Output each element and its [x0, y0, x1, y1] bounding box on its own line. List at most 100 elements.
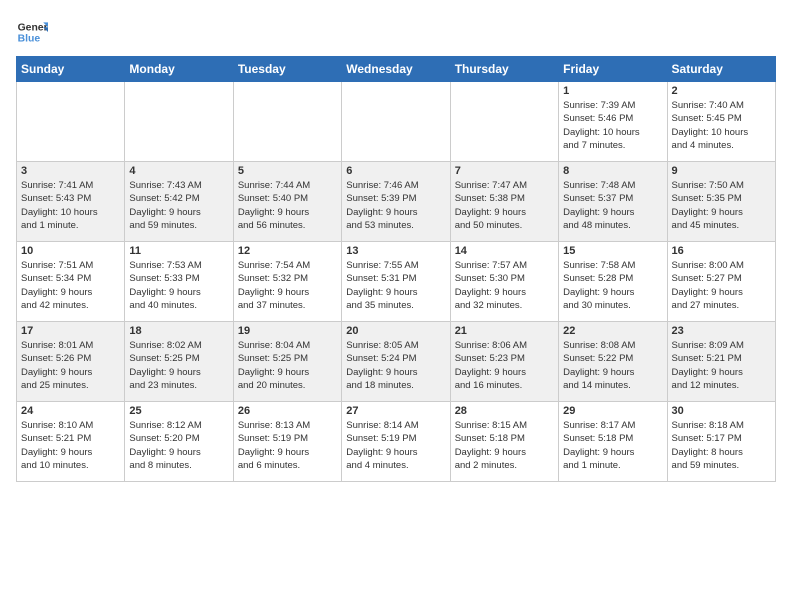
calendar-day: 24 Sunrise: 8:10 AM Sunset: 5:21 PM Dayli… — [17, 402, 125, 482]
day-number: 15 — [563, 245, 662, 257]
calendar-day: 12 Sunrise: 7:54 AM Sunset: 5:32 PM Dayli… — [233, 242, 341, 322]
day-info: Sunrise: 7:39 AM Sunset: 5:46 PM Dayligh… — [563, 99, 662, 152]
calendar-day: 4 Sunrise: 7:43 AM Sunset: 5:42 PM Daylig… — [125, 162, 233, 242]
calendar-day — [233, 82, 341, 162]
calendar-day — [342, 82, 450, 162]
calendar-day: 2Sunrise: 7:40 AM Sunset: 5:45 PM Daylig… — [667, 82, 775, 162]
day-number: 24 — [21, 405, 120, 417]
calendar-day: 5 Sunrise: 7:44 AM Sunset: 5:40 PM Daylig… — [233, 162, 341, 242]
calendar-day: 7 Sunrise: 7:47 AM Sunset: 5:38 PM Daylig… — [450, 162, 558, 242]
day-info: Sunrise: 8:09 AM Sunset: 5:21 PM Dayligh… — [672, 339, 771, 392]
day-number: 18 — [129, 325, 228, 337]
day-number: 21 — [455, 325, 554, 337]
calendar-day: 26Sunrise: 8:13 AM Sunset: 5:19 PM Dayli… — [233, 402, 341, 482]
day-info: Sunrise: 7:58 AM Sunset: 5:28 PM Dayligh… — [563, 259, 662, 312]
day-number: 4 — [129, 165, 228, 177]
calendar-table: SundayMondayTuesdayWednesdayThursdayFrid… — [16, 56, 776, 482]
day-info: Sunrise: 7:43 AM Sunset: 5:42 PM Dayligh… — [129, 179, 228, 232]
calendar-day: 17 Sunrise: 8:01 AM Sunset: 5:26 PM Dayli… — [17, 322, 125, 402]
calendar-day: 3Sunrise: 7:41 AM Sunset: 5:43 PM Daylig… — [17, 162, 125, 242]
day-number: 6 — [346, 165, 445, 177]
day-info: Sunrise: 7:44 AM Sunset: 5:40 PM Dayligh… — [238, 179, 337, 232]
calendar-day: 16Sunrise: 8:00 AM Sunset: 5:27 PM Dayli… — [667, 242, 775, 322]
svg-text:Blue: Blue — [18, 34, 41, 45]
day-info: Sunrise: 7:50 AM Sunset: 5:35 PM Dayligh… — [672, 179, 771, 232]
day-info: Sunrise: 7:51 AM Sunset: 5:34 PM Dayligh… — [21, 259, 120, 312]
day-info: Sunrise: 8:00 AM Sunset: 5:27 PM Dayligh… — [672, 259, 771, 312]
calendar-day — [17, 82, 125, 162]
day-number: 20 — [346, 325, 445, 337]
day-info: Sunrise: 8:08 AM Sunset: 5:22 PM Dayligh… — [563, 339, 662, 392]
calendar-week-4: 17 Sunrise: 8:01 AM Sunset: 5:26 PM Dayli… — [17, 322, 776, 402]
day-info: Sunrise: 8:06 AM Sunset: 5:23 PM Dayligh… — [455, 339, 554, 392]
day-info: Sunrise: 7:47 AM Sunset: 5:38 PM Dayligh… — [455, 179, 554, 232]
calendar-day: 15 Sunrise: 7:58 AM Sunset: 5:28 PM Dayli… — [559, 242, 667, 322]
calendar-day — [125, 82, 233, 162]
calendar-day: 20 Sunrise: 8:05 AM Sunset: 5:24 PM Dayli… — [342, 322, 450, 402]
day-info: Sunrise: 8:15 AM Sunset: 5:18 PM Dayligh… — [455, 419, 554, 472]
day-number: 25 — [129, 405, 228, 417]
day-number: 23 — [672, 325, 771, 337]
calendar-week-5: 24 Sunrise: 8:10 AM Sunset: 5:21 PM Dayli… — [17, 402, 776, 482]
calendar-header-row: SundayMondayTuesdayWednesdayThursdayFrid… — [17, 57, 776, 82]
day-info: Sunrise: 7:46 AM Sunset: 5:39 PM Dayligh… — [346, 179, 445, 232]
calendar-day: 6 Sunrise: 7:46 AM Sunset: 5:39 PM Daylig… — [342, 162, 450, 242]
calendar-day: 29Sunrise: 8:17 AM Sunset: 5:18 PM Dayli… — [559, 402, 667, 482]
day-number: 8 — [563, 165, 662, 177]
day-info: Sunrise: 8:10 AM Sunset: 5:21 PM Dayligh… — [21, 419, 120, 472]
calendar-day: 18 Sunrise: 8:02 AM Sunset: 5:25 PM Dayli… — [125, 322, 233, 402]
day-info: Sunrise: 7:53 AM Sunset: 5:33 PM Dayligh… — [129, 259, 228, 312]
col-header-wednesday: Wednesday — [342, 57, 450, 82]
day-number: 22 — [563, 325, 662, 337]
calendar-week-1: 1Sunrise: 7:39 AM Sunset: 5:46 PM Daylig… — [17, 82, 776, 162]
calendar-day: 9Sunrise: 7:50 AM Sunset: 5:35 PM Daylig… — [667, 162, 775, 242]
day-number: 5 — [238, 165, 337, 177]
svg-text:General: General — [18, 22, 48, 33]
day-number: 28 — [455, 405, 554, 417]
page-header: General Blue — [16, 16, 776, 48]
day-info: Sunrise: 8:04 AM Sunset: 5:25 PM Dayligh… — [238, 339, 337, 392]
day-number: 17 — [21, 325, 120, 337]
col-header-monday: Monday — [125, 57, 233, 82]
calendar-day: 27 Sunrise: 8:14 AM Sunset: 5:19 PM Dayli… — [342, 402, 450, 482]
calendar-day: 23 Sunrise: 8:09 AM Sunset: 5:21 PM Dayli… — [667, 322, 775, 402]
logo: General Blue — [16, 16, 48, 48]
calendar-day: 21 Sunrise: 8:06 AM Sunset: 5:23 PM Dayli… — [450, 322, 558, 402]
calendar-day — [450, 82, 558, 162]
day-info: Sunrise: 8:14 AM Sunset: 5:19 PM Dayligh… — [346, 419, 445, 472]
col-header-tuesday: Tuesday — [233, 57, 341, 82]
day-info: Sunrise: 7:40 AM Sunset: 5:45 PM Dayligh… — [672, 99, 771, 152]
day-number: 13 — [346, 245, 445, 257]
calendar-day: 14 Sunrise: 7:57 AM Sunset: 5:30 PM Dayli… — [450, 242, 558, 322]
day-number: 27 — [346, 405, 445, 417]
day-info: Sunrise: 8:05 AM Sunset: 5:24 PM Dayligh… — [346, 339, 445, 392]
calendar-week-2: 3Sunrise: 7:41 AM Sunset: 5:43 PM Daylig… — [17, 162, 776, 242]
day-number: 10 — [21, 245, 120, 257]
day-info: Sunrise: 7:41 AM Sunset: 5:43 PM Dayligh… — [21, 179, 120, 232]
day-info: Sunrise: 7:48 AM Sunset: 5:37 PM Dayligh… — [563, 179, 662, 232]
calendar-day: 30 Sunrise: 8:18 AM Sunset: 5:17 PM Dayli… — [667, 402, 775, 482]
calendar-day: 11Sunrise: 7:53 AM Sunset: 5:33 PM Dayli… — [125, 242, 233, 322]
day-info: Sunrise: 7:57 AM Sunset: 5:30 PM Dayligh… — [455, 259, 554, 312]
day-info: Sunrise: 8:01 AM Sunset: 5:26 PM Dayligh… — [21, 339, 120, 392]
calendar-week-3: 10 Sunrise: 7:51 AM Sunset: 5:34 PM Dayli… — [17, 242, 776, 322]
col-header-friday: Friday — [559, 57, 667, 82]
day-number: 12 — [238, 245, 337, 257]
logo-icon: General Blue — [16, 16, 48, 48]
day-info: Sunrise: 7:55 AM Sunset: 5:31 PM Dayligh… — [346, 259, 445, 312]
calendar-day: 19 Sunrise: 8:04 AM Sunset: 5:25 PM Dayli… — [233, 322, 341, 402]
calendar-day: 1Sunrise: 7:39 AM Sunset: 5:46 PM Daylig… — [559, 82, 667, 162]
day-number: 14 — [455, 245, 554, 257]
day-number: 30 — [672, 405, 771, 417]
day-number: 29 — [563, 405, 662, 417]
day-info: Sunrise: 8:02 AM Sunset: 5:25 PM Dayligh… — [129, 339, 228, 392]
calendar-day: 25Sunrise: 8:12 AM Sunset: 5:20 PM Dayli… — [125, 402, 233, 482]
calendar-day: 28 Sunrise: 8:15 AM Sunset: 5:18 PM Dayli… — [450, 402, 558, 482]
calendar-day: 22 Sunrise: 8:08 AM Sunset: 5:22 PM Dayli… — [559, 322, 667, 402]
day-info: Sunrise: 7:54 AM Sunset: 5:32 PM Dayligh… — [238, 259, 337, 312]
col-header-saturday: Saturday — [667, 57, 775, 82]
calendar-day: 8 Sunrise: 7:48 AM Sunset: 5:37 PM Daylig… — [559, 162, 667, 242]
day-number: 7 — [455, 165, 554, 177]
day-number: 19 — [238, 325, 337, 337]
day-info: Sunrise: 8:18 AM Sunset: 5:17 PM Dayligh… — [672, 419, 771, 472]
